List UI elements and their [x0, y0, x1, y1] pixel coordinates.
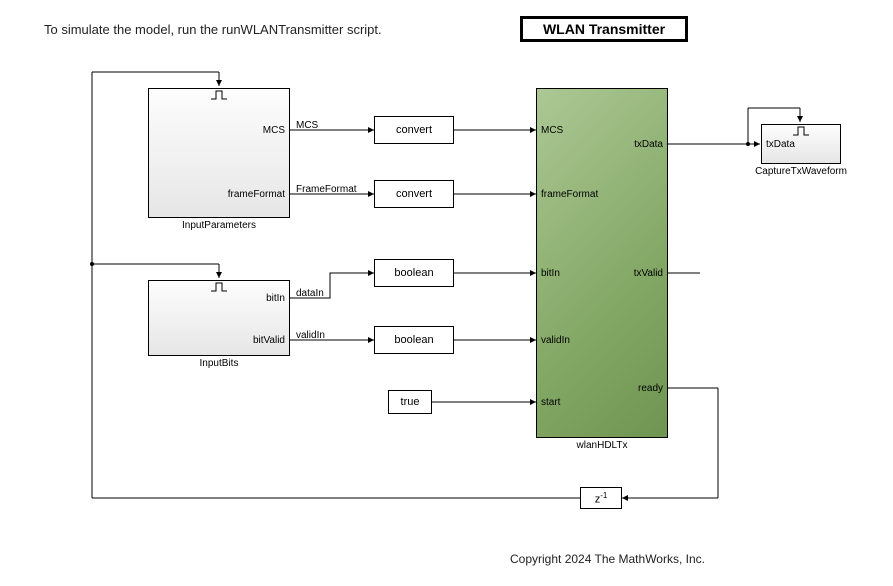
port-label-bitin: bitIn	[266, 293, 285, 304]
model-title: WLAN Transmitter	[520, 16, 688, 42]
convert-block-1[interactable]: convert	[374, 116, 454, 144]
input-bits-caption: InputBits	[148, 358, 290, 369]
signal-label-frameformat: FrameFormat	[296, 184, 357, 195]
port-in-frameformat: frameFormat	[541, 189, 598, 200]
port-in-txdata: txData	[766, 139, 795, 150]
convert-block-2[interactable]: convert	[374, 180, 454, 208]
port-in-validin: validIn	[541, 335, 570, 346]
port-in-mcs: MCS	[541, 125, 563, 136]
boolean-block-1[interactable]: boolean	[374, 259, 454, 287]
constant-true-block[interactable]: true	[388, 390, 432, 414]
port-out-ready: ready	[638, 383, 663, 394]
capture-block[interactable]: txData	[761, 124, 841, 164]
diagram-canvas: To simulate the model, run the runWLANTr…	[0, 0, 893, 586]
port-label-mcs: MCS	[263, 125, 285, 136]
port-out-txvalid: txValid	[634, 268, 663, 279]
constant-true-label: true	[401, 396, 420, 408]
unit-delay-label: z-1	[595, 491, 608, 506]
convert-block-1-label: convert	[396, 124, 432, 136]
input-bits-block[interactable]: bitIn bitValid	[148, 280, 290, 356]
input-parameters-block[interactable]: MCS frameFormat	[148, 88, 290, 218]
boolean-block-1-label: boolean	[394, 267, 433, 279]
signal-label-mcs: MCS	[296, 120, 318, 131]
port-out-txdata: txData	[634, 139, 663, 150]
unit-delay-block[interactable]: z-1	[580, 487, 622, 509]
copyright-text: Copyright 2024 The MathWorks, Inc.	[510, 552, 705, 566]
capture-caption: CaptureTxWaveform	[748, 166, 854, 177]
instruction-text: To simulate the model, run the runWLANTr…	[44, 22, 382, 37]
wlanhdltx-caption: wlanHDLTx	[536, 440, 668, 451]
signal-label-validin: validIn	[296, 330, 325, 341]
wlanhdltx-block[interactable]: MCS frameFormat bitIn validIn start txDa…	[536, 88, 668, 438]
port-label-bitvalid: bitValid	[253, 335, 285, 346]
convert-block-2-label: convert	[396, 188, 432, 200]
boolean-block-2[interactable]: boolean	[374, 326, 454, 354]
port-in-start: start	[541, 397, 560, 408]
signal-label-datain: dataIn	[296, 288, 324, 299]
port-label-frameformat: frameFormat	[228, 189, 285, 200]
port-in-bitin: bitIn	[541, 268, 560, 279]
boolean-block-2-label: boolean	[394, 334, 433, 346]
input-parameters-caption: InputParameters	[148, 220, 290, 231]
wires-layer	[0, 0, 893, 586]
